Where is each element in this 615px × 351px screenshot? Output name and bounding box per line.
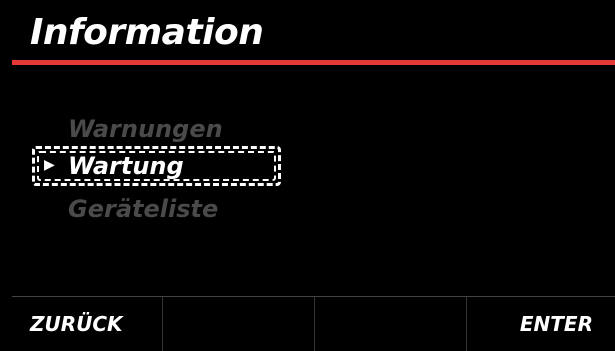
menu-item-warnungen[interactable]: Warnungen [68, 115, 223, 143]
soft-key-3[interactable] [314, 297, 466, 351]
enter-button[interactable]: ENTER [466, 297, 615, 351]
menu-list: Warnungen ▶ Wartung Geräteliste [0, 0, 615, 290]
device-screen: Information Warnungen ▶ Wartung Geräteli… [0, 0, 615, 351]
menu-item-geraeteliste[interactable]: Geräteliste [68, 195, 218, 223]
back-button[interactable]: ZURÜCK [30, 297, 162, 351]
soft-key-2[interactable] [162, 297, 314, 351]
play-triangle-icon: ▶ [44, 157, 55, 173]
menu-item-wartung[interactable]: Wartung [68, 152, 184, 180]
soft-key-bar: ZURÜCK ENTER [12, 296, 615, 351]
